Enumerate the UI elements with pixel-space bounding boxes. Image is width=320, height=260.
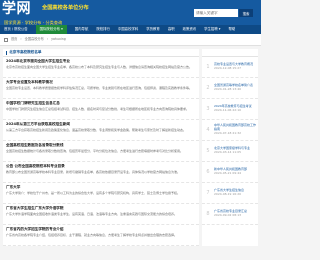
site-subtitle: 全国高校各单位分布 [42, 5, 89, 11]
sidebar-item-number: 5 [206, 148, 210, 154]
sidebar-item[interactable]: 5 北京大学国家级学科与专业 2024-03-14 11:05 [202, 141, 258, 162]
nav-item-help[interactable]: 帮助 [229, 27, 236, 31]
sidebar-item-body: 新中华人民共和国教育部 2024-05-21 09:44 [214, 167, 256, 176]
article-summary: 北京市高校招生面向全国大学生招生专业名单，各高校公布了本科及研究生招生专业与人数… [6, 64, 193, 69]
sidebar-item-number: 4 [206, 127, 210, 133]
home-icon[interactable] [4, 37, 8, 42]
search-input[interactable] [194, 9, 238, 17]
sidebar-item[interactable]: 6 新中华人民共和国教育部 2024-05-21 09:44 [202, 162, 258, 183]
article-title[interactable]: 大学专业设置及本科教学情况 [6, 80, 196, 84]
sidebar-item-number: 8 [206, 211, 210, 217]
article-item[interactable]: 公告 公布全国高校院校本科专业目录 教育部公布全国普通高等学校本科专业目录，新增… [3, 162, 199, 183]
nav-item-international[interactable]: 国际院校分布 ▾ [35, 25, 67, 34]
article-list-panel: 北京市高校院校名单 2024年北京市面向全国大学生招生专业 北京市高校招生面向全… [3, 49, 199, 246]
article-title[interactable]: 中国学校门牌研究生招生信息汇总 [6, 101, 196, 105]
article-summary: 广东大学简介：学校位于广州市，是一所以工科为主的综合性大学，设有多个学院与研究机… [6, 190, 181, 195]
panel-title: 北京市高校院校名单 [3, 49, 199, 57]
nav-item-ranking[interactable]: 院校排行 [96, 27, 110, 31]
sidebar-header [202, 49, 258, 57]
sidebar-item-number: 7 [206, 190, 210, 196]
site-logo[interactable]: 学网 [2, 1, 31, 18]
sidebar-item[interactable]: 4 中华人民共和国教育部高校工作指南 2024-07-18 21:32 [202, 120, 258, 141]
article-title[interactable]: 2024年从第三方平台获取高校招生新闻 [6, 122, 196, 126]
breadcrumb-separator: › [20, 36, 22, 41]
panel-title-text: 北京市高校院校名单 [9, 50, 42, 55]
sidebar-item[interactable]: 7 广东省大学生招生信息 2024-08-19 16:20 [202, 183, 258, 204]
content-area: 北京市高校院校名单 2024年北京市面向全国大学生招生专业 北京市高校招生面向全… [0, 46, 261, 246]
article-title[interactable]: 全国高校招生数据及各省录取分数线 [6, 143, 196, 147]
search-button[interactable]: 搜索 [239, 9, 253, 17]
nav-item-domestic[interactable]: 国内导航 [75, 27, 89, 31]
sidebar-item[interactable]: 1 高校专业设置与大学教育概况 2024-12-08 15:27 [202, 57, 258, 78]
article-summary: 全国高校专业设置、本科教学质量报告和学科评估情况汇总，可按学校、专业类别与所在地… [6, 85, 193, 90]
main-nav: 首页 / 院校公告 国际院校分布 ▾ 国内导航 院校排行 中国高校学科 学历教育… [0, 25, 261, 34]
breadcrumb-separator: › [46, 36, 49, 41]
article-item[interactable]: 广东大学 广东大学简介：学校位于广州市，是一所以工科为主的综合性大学，设有多个学… [3, 183, 199, 204]
article-summary: 中国学校门牌研究生招生信息汇总包括考试科目、招生人数、报名时间与复试分数线，考生… [6, 106, 190, 111]
article-title[interactable]: 广东大学 [6, 185, 196, 189]
article-item[interactable]: 广东省内的大学招生学院的专业介绍 广东省内高校各学院专业介绍，包括培养目标、主干… [3, 225, 199, 246]
sidebar-item[interactable]: 2 全国普通高等学校名单简介表 2024-01-28 13:40 [202, 78, 258, 99]
sidebar-item-date: 2024-08-19 16:20 [214, 192, 242, 197]
sidebar-item-body: 高校专业设置与大学教育概况 2024-12-08 15:27 [214, 62, 256, 71]
nav-item-policy[interactable]: 政策资讯 [183, 27, 197, 31]
sidebar-item-number: 1 [206, 64, 210, 70]
sidebar-panel: 1 高校专业设置与大学教育概况 2024-12-08 15:27 2 全国普通高… [202, 49, 258, 246]
title-accent-bar [6, 50, 8, 55]
article-summary: 全国高校招生数据统计与各省录取分数线查询，包括历年最低分、平均分和位次信息，方便… [6, 148, 184, 153]
breadcrumb-category[interactable]: 全国高校分布 [25, 37, 44, 42]
nav-item-recruit[interactable]: 学生招聘 ▾ [204, 27, 220, 31]
sidebar-item-body: 2024年高校教育与招生考试 2024-11-06 22:10 [214, 104, 256, 113]
article-summary: 广东大学外语学院面向全国招收外语类专业学生，设有英语、日语、法语等专业方向，注重… [6, 211, 178, 216]
sidebar-item-date: 2024-11-06 22:10 [214, 108, 242, 113]
sidebar-item-body: 广东省大学生招生信息 2024-08-19 16:20 [214, 188, 256, 197]
nav-item-vocational[interactable]: 高职 [168, 27, 175, 31]
sidebar-item-body: 北京大学国家级学科与专业 2024-03-14 11:05 [214, 146, 256, 155]
sidebar-item-date: 2024-03-14 11:05 [214, 150, 242, 155]
article-title[interactable]: 公告 公布全国高校院校本科专业目录 [6, 164, 196, 168]
sidebar-item-date: 2024-12-08 15:27 [214, 66, 242, 71]
breadcrumb-home[interactable]: 首页 [11, 37, 17, 42]
article-summary: 广东省内高校各学院专业介绍，包括培养目标、主干课程、就业方向等信息，方便考生了解… [6, 232, 178, 237]
sidebar-item-number: 6 [206, 169, 210, 175]
article-item[interactable]: 全国高校招生数据及各省录取分数线 全国高校招生数据统计与各省录取分数线查询，包括… [3, 141, 199, 162]
breadcrumb: 首页 › 全国高校分布 › yahuxing [0, 34, 261, 46]
breadcrumb-current: yahuxing [51, 36, 66, 41]
sidebar-item-date: 2024-07-18 21:32 [214, 131, 242, 136]
sidebar-item-body: 广东省高校专业目录汇总 2024-09-02 08:13 [214, 209, 256, 218]
sidebar-item-date: 2024-09-02 08:13 [214, 213, 242, 218]
site-header: 学网 全国高校各单位分布 国学资源 · 学校分布 · 分类查询 搜索 首页 / … [0, 0, 261, 34]
nav-item-education[interactable]: 学历教育 [146, 27, 160, 31]
sidebar-item-number: 3 [206, 106, 210, 112]
sidebar-item-body: 全国普通高等学校名单简介表 2024-01-28 13:40 [214, 83, 256, 92]
article-title[interactable]: 广东省大学生招生广东大学外语学院 [6, 206, 196, 210]
article-title[interactable]: 广东省内的大学招生学院的专业介绍 [6, 227, 196, 231]
article-item[interactable]: 2024年北京市面向全国大学生招生专业 北京市高校招生面向全国大学生招生专业名单… [3, 57, 199, 78]
sidebar-item-body: 中华人民共和国教育部高校工作指南 2024-07-18 21:32 [214, 123, 256, 136]
sidebar-item-date: 2024-05-21 09:44 [214, 171, 242, 176]
sidebar-item-number: 2 [206, 85, 210, 91]
article-title[interactable]: 2024年北京市面向全国大学生招生专业 [6, 59, 196, 63]
article-summary: 从第三方平台获取高校招生新闻及政策变化信息，涵盖高校录取分数、专业调整和奖学金政… [6, 127, 187, 132]
sidebar-item[interactable]: 3 2024年高校教育与招生考试 2024-11-06 22:10 [202, 99, 258, 120]
article-summary: 教育部公布全国普通高等学校本科专业目录，新增与撤销专业名单，各高校依据目录开设专… [6, 169, 181, 174]
sidebar-item[interactable]: 8 广东省高校专业目录汇总 2024-09-02 08:13 [202, 204, 258, 225]
nav-item-subjects[interactable]: 中国高校学科 [118, 27, 138, 31]
article-item[interactable]: 大学专业设置及本科教学情况 全国高校专业设置、本科教学质量报告和学科评估情况汇总… [3, 78, 199, 99]
sidebar-item-date: 2024-01-28 13:40 [214, 87, 242, 92]
article-item[interactable]: 2024年从第三方平台获取高校招生新闻 从第三方平台获取高校招生新闻及政策变化信… [3, 120, 199, 141]
nav-item-home[interactable]: 首页 / 院校公告 [4, 27, 28, 31]
article-item[interactable]: 广东省大学生招生广东大学外语学院 广东大学外语学院面向全国招收外语类专业学生，设… [3, 204, 199, 225]
article-item[interactable]: 中国学校门牌研究生招生信息汇总 中国学校门牌研究生招生信息汇总包括考试科目、招生… [3, 99, 199, 120]
